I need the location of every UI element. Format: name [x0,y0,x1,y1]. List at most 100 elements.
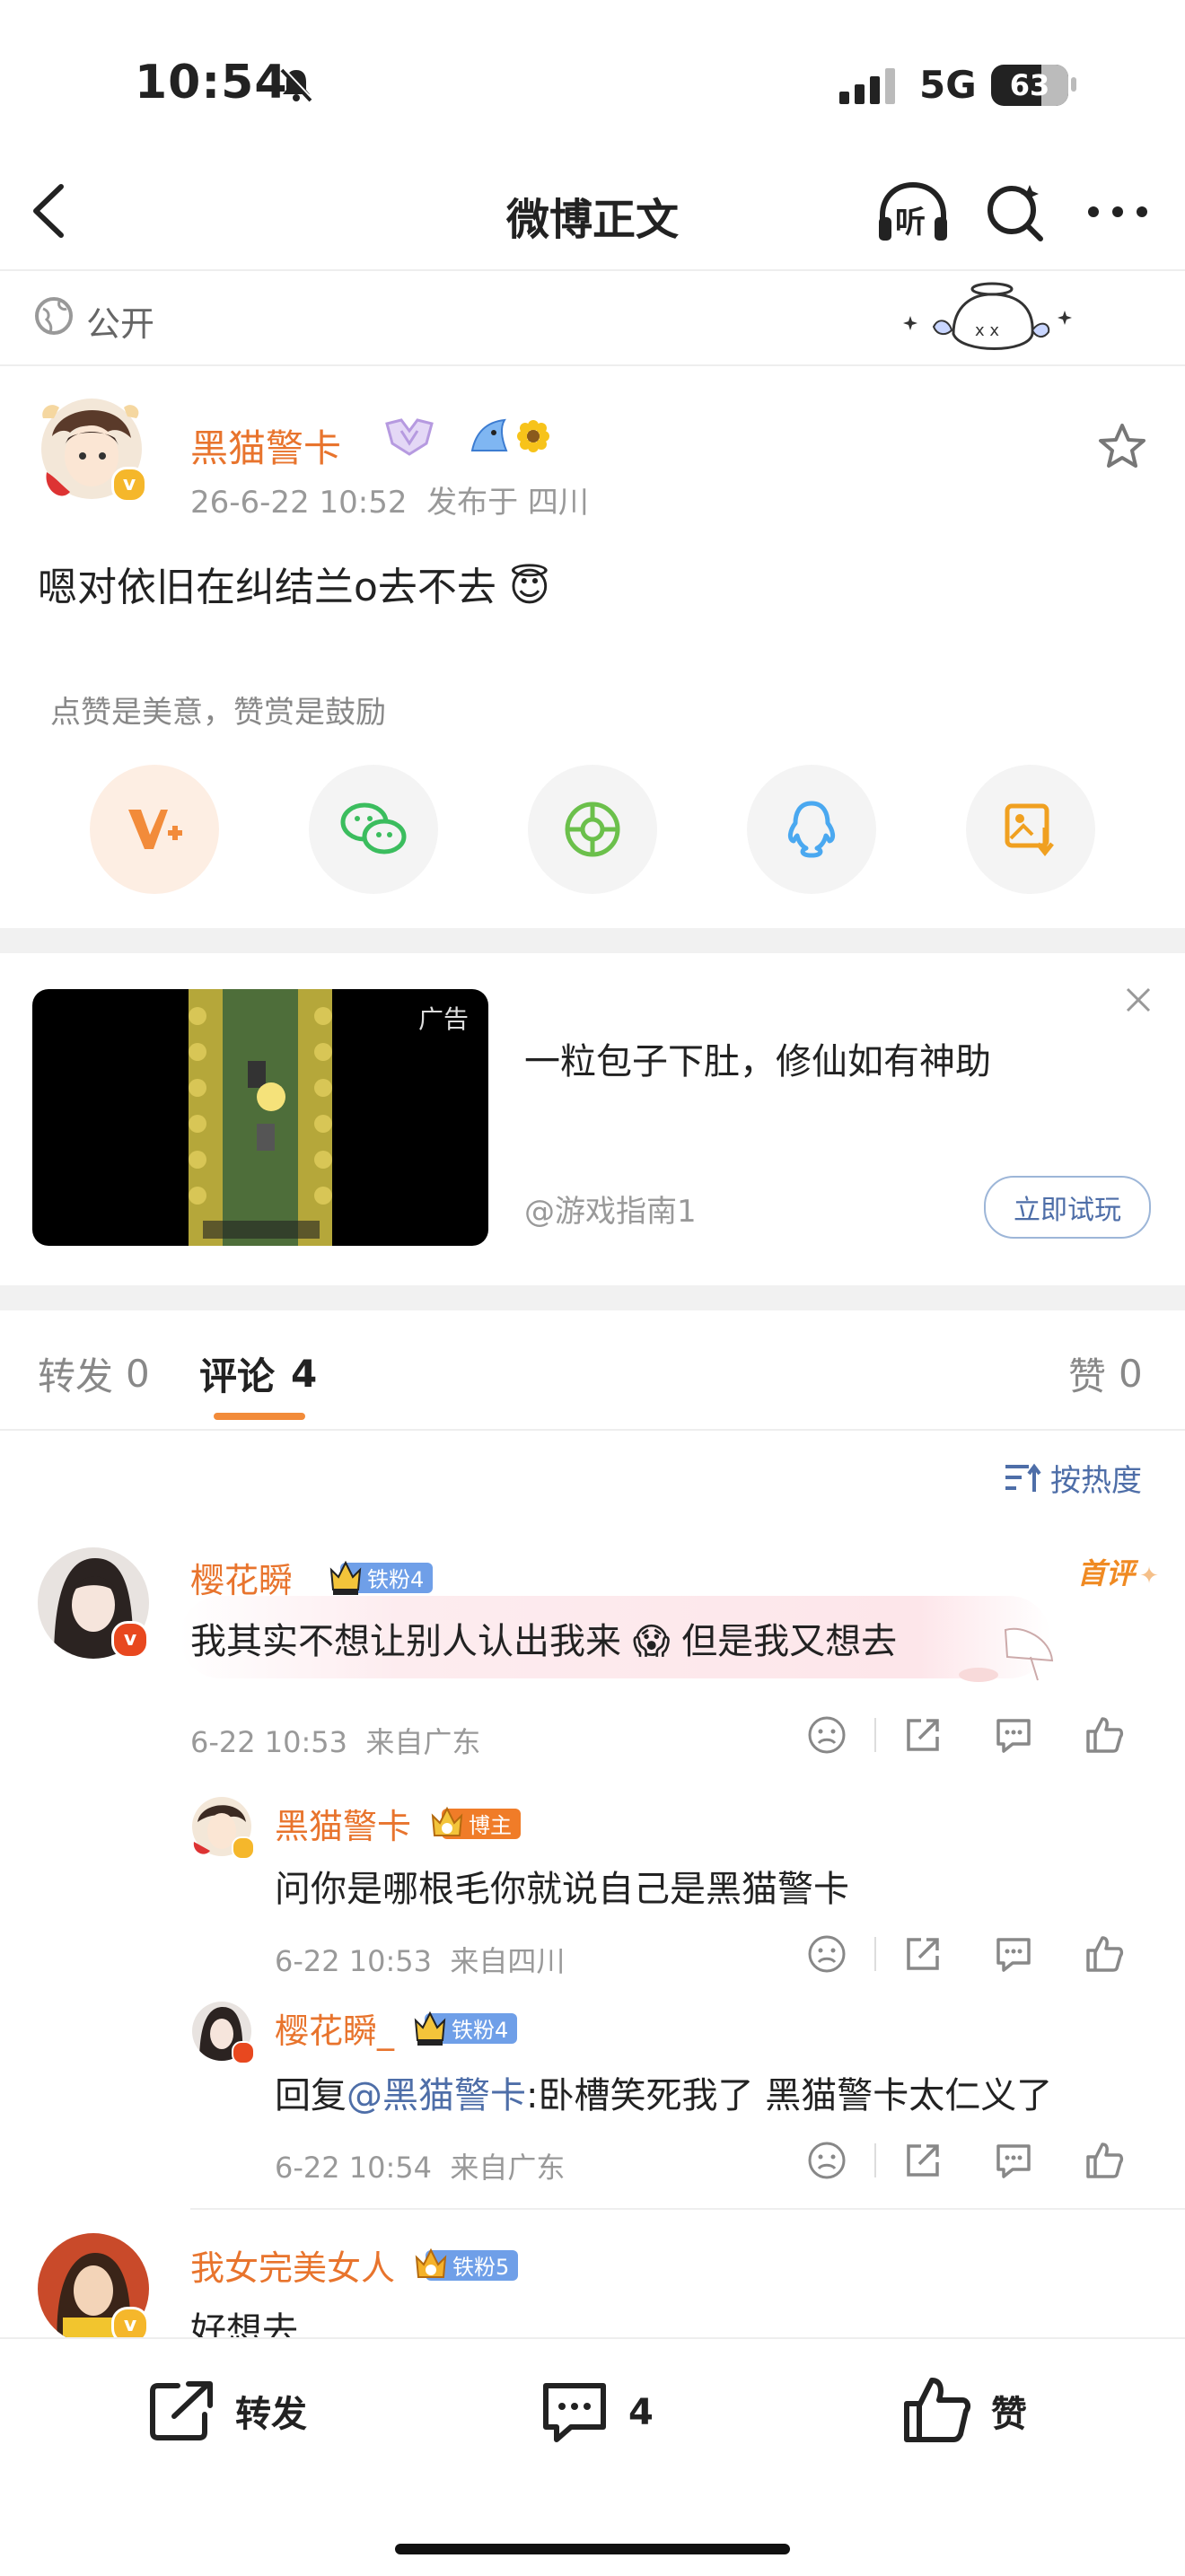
commenter-name[interactable]: 我女完美女人 [190,2240,395,2290]
save-image-button[interactable] [966,765,1095,894]
battery-cap [1071,77,1076,92]
divider [0,269,1185,271]
author-badge-label: 博主 [469,1813,513,1838]
divider [0,1429,1185,1431]
ad-tag: 广告 [417,1004,469,1034]
share-wechat-button[interactable] [309,765,438,894]
ad-source: @游戏指南1 [524,1194,697,1230]
ad-video[interactable]: 广告 [32,989,488,1246]
author-crown-icon [431,1806,463,1836]
tab-likes-label: 赞 [1068,1354,1107,1398]
crown-icon [415,2247,447,2278]
reply-user-name[interactable]: 黑猫警卡 [275,1799,411,1848]
comment-meta: 6-22 10:53 来自广东 [190,1725,481,1759]
shark-icon [469,416,510,460]
reply-text: :卧槽笑死我了 黑猫警卡太仁义了 [526,2075,1053,2116]
reply-header: 樱花瞬_ 铁粉4 [275,2003,518,2053]
ad-cta-button[interactable]: 立即试玩 [984,1176,1151,1239]
reply-meta: 6-22 10:54 来自广东 [275,2151,566,2185]
tab-comments-count: 4 [291,1352,318,1396]
dislike-face-icon[interactable] [806,2140,847,2181]
tab-comments[interactable]: 评论 4 [199,1346,317,1401]
commenter-name[interactable]: 樱花瞬_ [190,1553,310,1602]
separator [874,1937,876,1971]
sort-button[interactable]: 按热度 [1004,1456,1142,1500]
bottom-bar: 转发 4 赞 [0,2337,1185,2576]
post-text: 嗯对依旧在纠结兰o去不去 😇 [38,565,550,610]
star-icon [1099,424,1146,468]
listen-label: 听 [895,205,926,241]
battery-level: 63 [1009,68,1050,102]
tab-likes[interactable]: 赞 0 [1068,1346,1143,1401]
reply-icon[interactable] [993,1934,1034,1974]
separator [874,1718,876,1752]
ad-title[interactable]: 一粒包子下肚，修仙如有神助 [524,1032,991,1084]
share-icon[interactable] [903,1934,943,1974]
home-indicator [395,2544,790,2554]
share-icon[interactable] [903,1715,943,1755]
commenter-avatar[interactable]: v [36,2231,151,2346]
favorite-button[interactable] [1097,422,1147,474]
crown-icon [414,2011,446,2046]
dislike-face-icon[interactable] [806,1933,847,1975]
share-icon[interactable] [903,2141,943,2180]
like-button[interactable]: 赞 [901,2375,1027,2447]
fan-badge-label: 铁粉4 [367,1567,425,1592]
sparkle-icon: ✦ [1139,1563,1159,1590]
reward-button[interactable] [90,765,219,894]
tab-repost-label: 转发 [38,1354,114,1398]
close-icon [1126,987,1151,1012]
signal-icon [839,68,899,108]
reply-avatar[interactable] [190,1795,255,1860]
reply-user-name[interactable]: 樱花瞬_ [275,2003,394,2053]
separator [874,2143,876,2177]
sort-icon [1005,1463,1041,1492]
section-separator [0,928,1185,953]
search-icon [988,185,1043,241]
close-ad-button[interactable] [1124,986,1153,1018]
reply-avatar[interactable] [190,2000,255,2064]
first-comment-label: 首评 [1077,1556,1136,1590]
save-image-icon [1005,803,1054,857]
reply-text: 问你是哪根毛你就说自己是黑猫警卡 [275,1869,849,1910]
reply-icon[interactable] [993,1715,1034,1755]
listen-button[interactable]: 听 [875,180,951,246]
comment-button[interactable]: 4 [539,2379,654,2447]
reward-tip: 点赞是美意，赞赏是鼓励 [50,695,386,731]
comment-header: 樱花瞬_ 铁粉4 [190,1553,434,1602]
fan-badge: 铁粉4 [329,1560,434,1595]
globe-icon [34,296,74,339]
mention-link[interactable]: @黑猫警卡 [347,2066,526,2118]
share-qq-button[interactable] [747,765,876,894]
repost-button[interactable]: 转发 [147,2379,307,2443]
tab-comments-label: 评论 [199,1354,276,1398]
repost-icon [150,2381,213,2440]
comment-icon [543,2383,606,2442]
verified-badge-icon: v [111,467,147,503]
more-button[interactable] [1086,205,1149,223]
reply-icon[interactable] [993,2141,1034,2180]
section-separator [0,1285,1185,1310]
author-name[interactable]: 黑猫警卡 [190,418,341,473]
search-button[interactable] [983,180,1048,248]
like-icon[interactable] [1084,1715,1124,1755]
fan-badge-label: 铁粉5 [452,2255,510,2280]
reply-actions [806,1933,1124,1975]
dislike-face-icon[interactable] [806,1714,847,1756]
svg-text:x x: x x [975,321,999,340]
qq-icon [787,801,836,858]
author-avatar[interactable]: v [34,391,149,506]
sort-label: 按热度 [1050,1463,1142,1499]
tab-repost[interactable]: 转发 0 [38,1346,150,1401]
mute-icon [276,65,316,108]
crown-icon [329,1560,362,1595]
reward-v-icon [128,810,182,849]
share-moments-button[interactable] [528,765,657,894]
wechat-icon [340,802,407,854]
like-icon[interactable] [1084,2141,1124,2180]
like-icon[interactable] [1084,1934,1124,1974]
umbrella-sticker [952,1621,1068,1696]
commenter-avatar[interactable]: v [36,1546,151,1660]
tab-repost-count: 0 [126,1352,150,1396]
reply-prefix: 回复 [275,2075,347,2116]
